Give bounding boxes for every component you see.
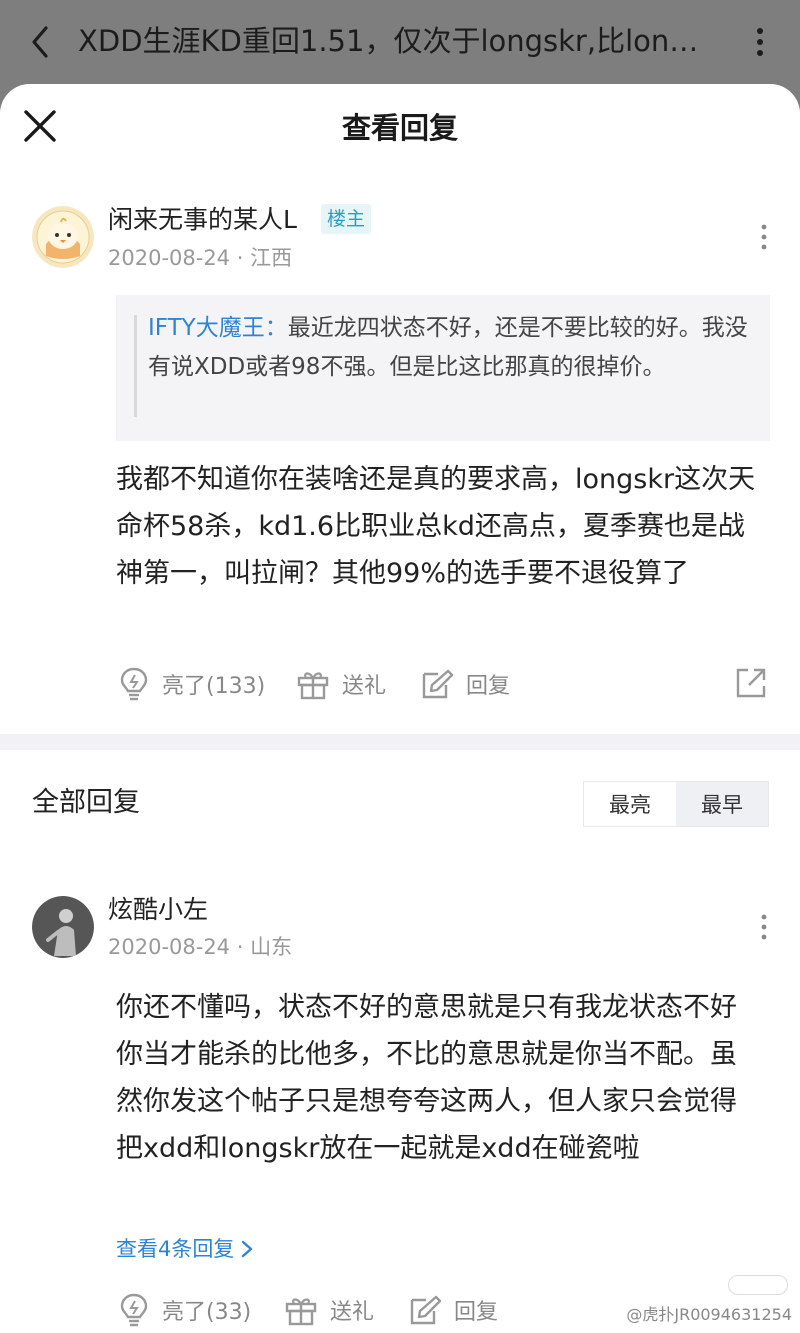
- username[interactable]: 炫酷小左: [108, 892, 208, 928]
- reply-label: 回复: [466, 674, 511, 699]
- reply-button[interactable]: 回复: [408, 1290, 498, 1330]
- gift-icon: [297, 672, 329, 700]
- quote-bar: [134, 315, 137, 417]
- watermark: @虎扑JR0094631254: [626, 1305, 792, 1324]
- view-more-label: 查看4条回复: [116, 1237, 235, 1261]
- lightbulb-icon: [120, 1293, 148, 1327]
- reply-button[interactable]: 回复: [420, 664, 510, 704]
- like-button[interactable]: 亮了(33): [118, 1290, 251, 1330]
- like-button[interactable]: 亮了(133): [118, 664, 265, 704]
- reply-meta: 2020-08-24 · 山东: [108, 935, 293, 959]
- quote-text-block: IFTY大魔王：最近龙四状态不好，还是不要比较的好。我没有说XDD或者98不强。…: [148, 309, 750, 387]
- share-icon[interactable]: [734, 666, 768, 700]
- top-bar: XDD生涯KD重回1.51，仅次于longskr,比lon…: [0, 0, 800, 84]
- post-content: 我都不知道你在装啥还是真的要求高，longskr这次天命杯58杀，kd1.6比职…: [116, 464, 756, 589]
- all-replies-title: 全部回复: [32, 787, 140, 818]
- gift-label: 送礼: [342, 674, 387, 699]
- post-meta: 2020-08-24 · 江西: [108, 246, 293, 270]
- edit-icon: [422, 669, 454, 699]
- section-divider: [0, 734, 800, 750]
- more-vertical-icon[interactable]: [760, 222, 768, 252]
- gift-label: 送礼: [330, 1300, 375, 1325]
- more-vertical-icon[interactable]: [760, 912, 768, 942]
- avatar[interactable]: [32, 896, 94, 958]
- quote-author[interactable]: IFTY大魔王：: [148, 315, 288, 341]
- watermark-logo: [728, 1275, 788, 1295]
- quoted-reply[interactable]: IFTY大魔王：最近龙四状态不好，还是不要比较的好。我没有说XDD或者98不强。…: [116, 295, 770, 441]
- gift-button[interactable]: 送礼: [284, 1290, 374, 1330]
- avatar-photo-icon: [32, 896, 94, 958]
- gift-button[interactable]: 送礼: [296, 664, 386, 704]
- lightbulb-icon: [120, 667, 148, 701]
- like-count: 亮了(133): [162, 674, 266, 699]
- sheet-title: 查看回复: [341, 111, 458, 145]
- back-arrow-icon[interactable]: [24, 22, 58, 62]
- username[interactable]: 闲来无事的某人L: [108, 202, 297, 238]
- op-badge: 楼主: [321, 204, 372, 234]
- avatar-chick-icon: [32, 206, 94, 268]
- avatar[interactable]: [32, 206, 94, 268]
- sort-toggle: 最亮 最早: [583, 781, 769, 827]
- sort-option-earliest[interactable]: 最早: [676, 782, 768, 826]
- edit-icon: [410, 1295, 442, 1325]
- gift-icon: [285, 1298, 317, 1326]
- view-more-replies-link[interactable]: 查看4条回复: [116, 1232, 254, 1266]
- reply-label: 回复: [454, 1300, 499, 1325]
- reply-content: 你还不懂吗，状态不好的意思就是只有我龙状态不好你当才能杀的比他多，不比的意思就是…: [116, 992, 737, 1164]
- sort-option-hottest[interactable]: 最亮: [584, 782, 676, 826]
- chevron-right-icon: [242, 1240, 253, 1258]
- more-vertical-icon[interactable]: [748, 22, 772, 62]
- like-count: 亮了(33): [162, 1300, 252, 1325]
- post-title: XDD生涯KD重回1.51，仅次于longskr,比lon…: [78, 24, 699, 58]
